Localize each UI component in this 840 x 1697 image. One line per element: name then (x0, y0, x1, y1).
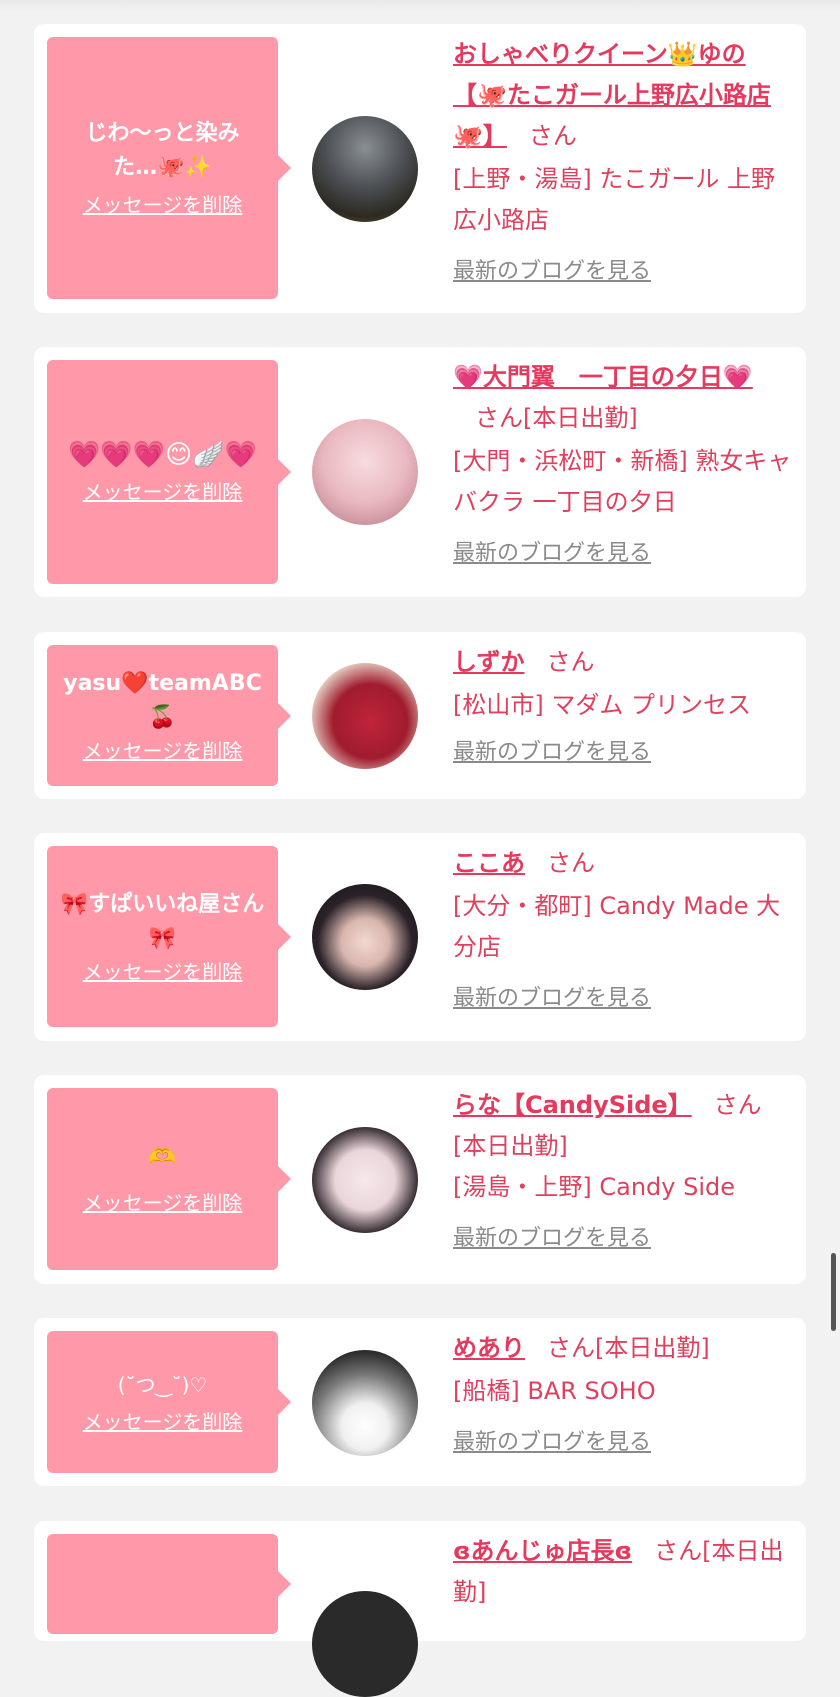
message-text: 🫶 (148, 1145, 177, 1170)
avatar[interactable] (312, 1591, 418, 1697)
avatar[interactable] (312, 116, 418, 222)
message-text: (˘つ‿˘)♡ (117, 1373, 208, 1397)
scrollbar[interactable] (831, 1253, 836, 1331)
view-latest-blog-link[interactable]: 最新のブログを見る (453, 978, 651, 1019)
avatar[interactable] (312, 663, 418, 769)
honorific: さん (547, 849, 595, 877)
status-badge: [本日出勤] (453, 1132, 568, 1160)
shop-info: [船橋] BAR SOHO (453, 1377, 656, 1405)
girl-name-link[interactable]: ɞあんじゅ店長ɞ (453, 1537, 632, 1565)
message-bubble: 💗💗💗😊🪽💗 メッセージを削除 (47, 360, 291, 584)
girl-name-link[interactable]: らな【CandySide】 (453, 1091, 692, 1119)
shop-info: [湯島・上野] Candy Side (453, 1173, 735, 1201)
girl-name-link[interactable]: しずか (453, 648, 525, 676)
girl-name-link[interactable]: ここあ (453, 849, 525, 877)
profile-info: ɞあんじゅ店長ɞ さん[本日出勤] (453, 1531, 793, 1613)
girl-name-link[interactable]: めあり (453, 1334, 525, 1362)
message-card: (˘つ‿˘)♡ メッセージを削除 めあり さん[本日出勤] [船橋] BAR SO… (34, 1318, 806, 1486)
profile-info: おしゃべりクイーン👑ゆの【🐙たこガール上野広小路店🐙】 さん [上野・湯島] たこ… (453, 34, 793, 292)
profile-info: らな【CandySide】 さん [本日出勤] [湯島・上野] Candy Sid… (453, 1085, 793, 1259)
message-text: 🎀すぱいいね屋さん🎀 (60, 891, 265, 951)
girl-name-link[interactable]: 💗大門翼 一丁目の夕日💗 (453, 363, 753, 391)
shop-info: [大門・浜松町・新橋] 熟女キャバクラ 一丁目の夕日 (453, 447, 792, 516)
message-card: 🎀すぱいいね屋さん🎀 メッセージを削除 ここあ さん [大分・都町] Candy … (34, 833, 806, 1041)
message-text: じわ〜っと染みた…🐙✨ (85, 121, 240, 180)
delete-message-link[interactable]: メッセージを削除 (83, 478, 243, 506)
message-bubble: じわ〜っと染みた…🐙✨ メッセージを削除 (47, 37, 291, 299)
view-latest-blog-link[interactable]: 最新のブログを見る (453, 251, 651, 292)
delete-message-link[interactable]: メッセージを削除 (83, 1189, 243, 1217)
message-bubble: 🎀すぱいいね屋さん🎀 メッセージを削除 (47, 846, 291, 1027)
honorific: さん (475, 404, 523, 432)
view-latest-blog-link[interactable]: 最新のブログを見る (453, 1218, 651, 1259)
message-card: yasu❤️teamABC🍒 メッセージを削除 しずか さん [松山市] マダム … (34, 632, 806, 799)
message-bubble: (˘つ‿˘)♡ メッセージを削除 (47, 1331, 291, 1473)
avatar[interactable] (312, 884, 418, 990)
message-text: yasu❤️teamABC🍒 (63, 670, 262, 730)
message-card: じわ〜っと染みた…🐙✨ メッセージを削除 おしゃべりクイーン👑ゆの【🐙たこガール… (34, 24, 806, 313)
honorific: さん (528, 122, 577, 150)
top-edge-shadow (0, 0, 840, 12)
message-bubble: yasu❤️teamABC🍒 メッセージを削除 (47, 645, 291, 786)
status-badge: [本日出勤] (595, 1334, 710, 1362)
honorific: さん (654, 1537, 703, 1565)
shop-info: [松山市] マダム プリンセス (453, 691, 751, 719)
message-card: ɞあんじゅ店長ɞ さん[本日出勤] (34, 1521, 806, 1697)
avatar[interactable] (312, 419, 418, 525)
profile-info: 💗大門翼 一丁目の夕日💗 さん[本日出勤] [大門・浜松町・新橋] 熟女キャバクラ… (453, 357, 793, 574)
avatar[interactable] (312, 1127, 418, 1233)
status-badge: [本日出勤] (523, 404, 638, 432)
delete-message-link[interactable]: メッセージを削除 (83, 958, 243, 986)
message-bubble: 🫶 メッセージを削除 (47, 1088, 291, 1270)
honorific: さん (546, 648, 595, 676)
shop-info: [上野・湯島] たこガール 上野広小路店 (453, 165, 775, 234)
message-card: 🫶 メッセージを削除 らな【CandySide】 さん [本日出勤] [湯島・上野… (34, 1075, 806, 1284)
message-text: 💗💗💗😊🪽💗 (68, 440, 257, 470)
girl-name-link[interactable]: おしゃべりクイーン👑ゆの【🐙たこガール上野広小路店🐙】 (453, 40, 771, 150)
honorific: さん (547, 1334, 595, 1362)
delete-message-link[interactable]: メッセージを削除 (83, 737, 243, 765)
profile-info: ここあ さん [大分・都町] Candy Made 大分店 最新のブログを見る (453, 843, 793, 1019)
message-card: 💗💗💗😊🪽💗 メッセージを削除 💗大門翼 一丁目の夕日💗 さん[本日出勤] [大門… (34, 347, 806, 597)
profile-info: めあり さん[本日出勤] [船橋] BAR SOHO 最新のブログを見る (453, 1328, 793, 1463)
message-bubble (47, 1534, 291, 1634)
delete-message-link[interactable]: メッセージを削除 (83, 191, 243, 219)
delete-message-link[interactable]: メッセージを削除 (83, 1408, 243, 1436)
shop-info: [大分・都町] Candy Made 大分店 (453, 892, 781, 961)
view-latest-blog-link[interactable]: 最新のブログを見る (453, 533, 651, 574)
view-latest-blog-link[interactable]: 最新のブログを見る (453, 732, 651, 773)
view-latest-blog-link[interactable]: 最新のブログを見る (453, 1422, 651, 1463)
avatar[interactable] (312, 1350, 418, 1456)
honorific: さん (713, 1091, 762, 1119)
profile-info: しずか さん [松山市] マダム プリンセス 最新のブログを見る (453, 642, 793, 773)
